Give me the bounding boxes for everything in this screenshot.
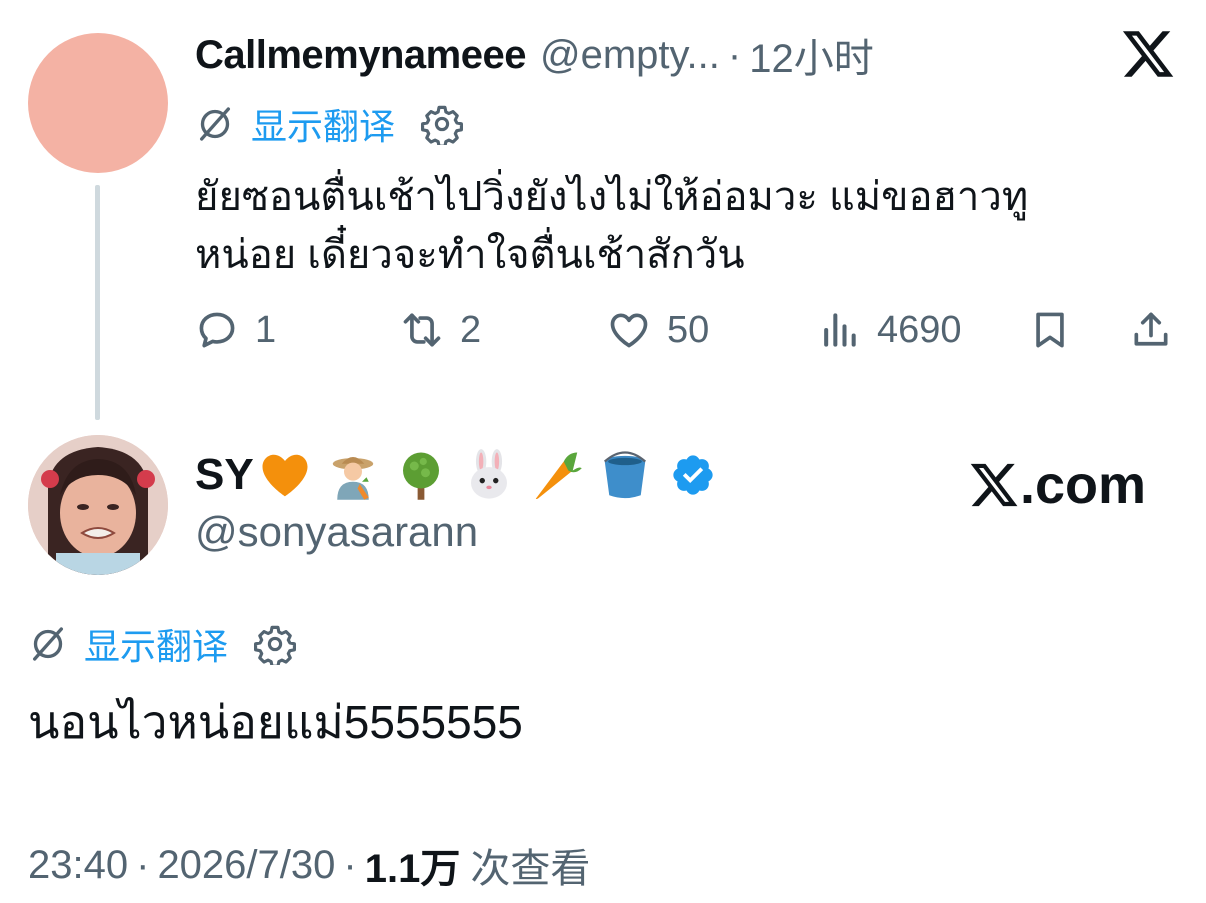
analytics-icon [824, 313, 856, 347]
retweet-count: 2 [460, 308, 482, 351]
parent-tweet-text-line-2: หน่อย เดี๋ยวจะทำใจตื่นเช้าสักวัน [195, 233, 745, 277]
view-count: 4690 [877, 308, 962, 351]
parent-avatar[interactable] [28, 33, 168, 173]
reply-button[interactable]: 1 [195, 300, 276, 360]
main-show-translation-link[interactable]: 显示翻译 [84, 618, 228, 670]
parent-action-bar: 1 2 50 4690 [195, 300, 1175, 360]
reply-icon [199, 312, 235, 348]
carrot-icon [535, 452, 582, 499]
globe-slash-icon [200, 107, 230, 141]
views-button[interactable]: 4690 [817, 300, 962, 360]
main-tweet-text: นอนไวหน่อยแม่5555555 [28, 696, 523, 748]
meta-separator: · [136, 842, 150, 887]
globe-slash-icon [33, 627, 63, 661]
like-button[interactable]: 50 [607, 300, 709, 360]
parent-header-separator: · [727, 32, 742, 77]
verified-badge-icon [673, 455, 713, 495]
parent-display-name[interactable]: Callmemynameee [195, 33, 526, 78]
avatar-photo-icon [28, 435, 168, 575]
x-logo-icon [1122, 31, 1174, 77]
main-tweet-name-row: SY [195, 440, 716, 510]
share-button[interactable] [1129, 300, 1173, 360]
share-icon [1134, 312, 1168, 346]
main-handle[interactable]: @sonyasarann [195, 508, 478, 556]
tweet-view-label: 次查看 [470, 847, 591, 891]
retweet-icon [403, 313, 441, 347]
parent-show-translation-link[interactable]: 显示翻译 [251, 98, 395, 150]
meta-separator: · [343, 842, 357, 887]
orange-heart-icon [262, 454, 308, 497]
thread-connector-line [95, 185, 100, 420]
gear-icon[interactable] [254, 623, 297, 665]
gear-icon[interactable] [421, 103, 464, 145]
parent-tweet-text: ยัยซอนตื่นเช้าไปวิ่งยังไงไม่ให้อ่อมวะ แม… [195, 168, 1155, 284]
bucket-icon [603, 451, 646, 499]
tweet-time[interactable]: 23:40 [28, 843, 128, 888]
bookmark-icon [1036, 312, 1064, 348]
parent-tweet-text-line-1: ยัยซอนตื่นเช้าไปวิ่งยังไงไม่ให้อ่อมวะ แม… [195, 175, 1029, 219]
like-count: 50 [667, 308, 710, 351]
main-translate-row: 显示翻译 [28, 618, 297, 670]
x-com-branding: .com [968, 452, 1146, 518]
x-logo-icon [970, 463, 1018, 507]
tree-icon [402, 452, 439, 500]
parent-tweet-header: Callmemynameee @empty... · 12小时 [195, 30, 874, 82]
main-avatar[interactable] [28, 435, 168, 575]
heart-icon [610, 313, 648, 348]
retweet-button[interactable]: 2 [400, 300, 481, 360]
tweet-date[interactable]: 2026/7/30 [157, 843, 335, 888]
main-display-name[interactable]: SY [195, 450, 254, 500]
x-com-text: .com [1020, 455, 1147, 515]
parent-timestamp[interactable]: 12小时 [749, 26, 874, 84]
parent-handle[interactable]: @empty... [540, 33, 720, 78]
tweet-view-count: 1.1万 [364, 847, 461, 891]
bookmark-button[interactable] [1028, 300, 1072, 360]
farmer-icon [332, 457, 373, 500]
rabbit-face-icon [470, 449, 507, 499]
reply-count: 1 [255, 308, 277, 351]
main-tweet-meta: 23:40 · 2026/7/30 · 1.1万 次查看 [28, 836, 590, 894]
parent-translate-row: 显示翻译 [195, 98, 464, 150]
